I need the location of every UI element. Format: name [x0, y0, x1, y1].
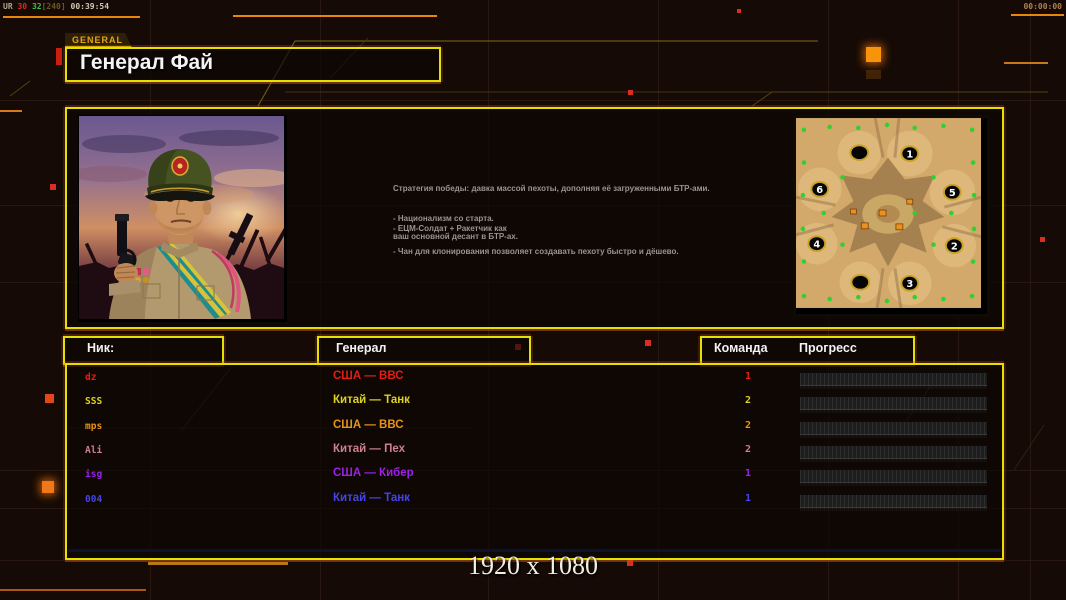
- map-preview-image: 1 6 5 4 2 3: [796, 118, 981, 308]
- general-portrait-image: [79, 116, 284, 319]
- resolution-label: 1920 x 1080: [468, 551, 598, 580]
- decor-square: [1040, 237, 1045, 242]
- player-general: Китай — Танк: [333, 491, 410, 504]
- decor-square: [50, 184, 56, 190]
- player-nick: Ali: [85, 444, 103, 456]
- player-team: 1: [744, 371, 752, 382]
- player-team: 2: [744, 395, 752, 407]
- player-nick: isg: [85, 469, 103, 481]
- svg-text:4: 4: [813, 240, 820, 251]
- svg-text:5: 5: [949, 188, 956, 199]
- decor-square: [45, 394, 54, 403]
- briefing-line: - Чан для клонирования позволяет создава…: [393, 247, 679, 256]
- decor-square: [645, 340, 651, 346]
- svg-text:3: 3: [906, 279, 913, 290]
- page-title: Генерал Фай: [80, 51, 214, 74]
- progress-bar: [800, 469, 987, 487]
- nick-header-label: Ник:: [87, 341, 115, 355]
- strategy-briefing: Стратегия победы: давка массой пехоты, д…: [393, 184, 765, 274]
- player-list-panel: dz США — ВВС 1 SSS Китай — Танк 2 mps СШ…: [65, 363, 1004, 560]
- player-nick: 004: [85, 493, 103, 505]
- decor-square: [42, 481, 54, 493]
- game-timer: 00:00:00: [1023, 2, 1062, 11]
- svg-text:2: 2: [951, 242, 958, 253]
- decor-square: [627, 560, 633, 566]
- svg-text:1: 1: [906, 150, 913, 161]
- stat-green: 32: [31, 2, 42, 11]
- player-nick: mps: [85, 420, 103, 432]
- decor-square: [737, 9, 741, 13]
- player-general: США — ВВС: [333, 370, 404, 382]
- briefing-line: Стратегия победы: давка массой пехоты, д…: [393, 184, 710, 193]
- grid-line: [1030, 0, 1031, 600]
- progress-bar: [800, 372, 987, 389]
- progress-bar: [800, 396, 987, 414]
- player-nick: SSS: [85, 396, 103, 408]
- player-general: США — ВВС: [333, 418, 404, 431]
- player-team: 1: [744, 468, 752, 480]
- general-portrait: [78, 115, 287, 322]
- debug-stats: UR 30 32[240] 00:39:54: [3, 2, 109, 11]
- grid-line: [0, 100, 1066, 101]
- player-nick: dz: [85, 372, 97, 383]
- map-preview: 1 6 5 4 2 3: [793, 115, 990, 317]
- player-team: 1: [744, 492, 752, 504]
- general-title-box: Генерал Фай: [65, 47, 441, 82]
- svg-text:6: 6: [816, 185, 823, 196]
- accent-line: [0, 110, 22, 112]
- general-tab: GENERAL: [65, 33, 132, 48]
- player-general: Китай — Танк: [333, 394, 410, 407]
- team-header-label: Команда: [714, 341, 768, 355]
- column-header-nick: Ник:: [63, 336, 224, 365]
- progress-header-label: Прогресс: [799, 341, 857, 355]
- decor-square: [56, 48, 62, 65]
- loading-screen: UR 30 32[240] 00:39:54 00:00:00 GENERAL …: [0, 0, 1066, 600]
- accent-line: [148, 562, 288, 565]
- briefing-line: ваш основной десант в БТР-ах.: [393, 232, 518, 241]
- general-header-label: Генерал: [336, 341, 387, 355]
- accent-line: [1004, 62, 1048, 64]
- player-row: isg США — Кибер 1: [67, 465, 1002, 489]
- accent-line: [0, 589, 146, 591]
- accent-line: [3, 16, 140, 18]
- progress-bar: [800, 444, 987, 462]
- general-info-panel: Стратегия победы: давка массой пехоты, д…: [65, 107, 1004, 329]
- progress-bar: [800, 493, 987, 511]
- player-team: 2: [744, 443, 752, 455]
- player-row: 004 Китай — Танк 1: [67, 490, 1002, 514]
- player-row: dz США — ВВС 1: [67, 368, 1002, 392]
- column-header-team-progress: Команда Прогресс: [700, 336, 915, 365]
- stat-red: 30: [17, 2, 28, 11]
- decor-square: [628, 90, 633, 95]
- player-row: SSS Китай — Танк 2: [67, 392, 1002, 416]
- player-general: США — Кибер: [333, 467, 414, 480]
- accent-line: [1011, 14, 1064, 16]
- decor-square: [866, 70, 881, 79]
- accent-line: [233, 15, 437, 17]
- progress-bar: [800, 420, 987, 438]
- player-row: Ali Китай — Пех 2: [67, 441, 1002, 465]
- player-row: mps США — ВВС 2: [67, 417, 1002, 441]
- player-team: 2: [744, 419, 752, 431]
- stat-clock: 00:39:54: [70, 2, 110, 11]
- player-general: Китай — Пех: [333, 442, 405, 455]
- stat-bracket: [240]: [41, 2, 66, 11]
- decor-square: [866, 47, 881, 62]
- briefing-line: - Национализм со старта.: [393, 214, 494, 223]
- column-header-general: Генерал: [317, 336, 531, 365]
- stat-label: UR: [3, 2, 13, 11]
